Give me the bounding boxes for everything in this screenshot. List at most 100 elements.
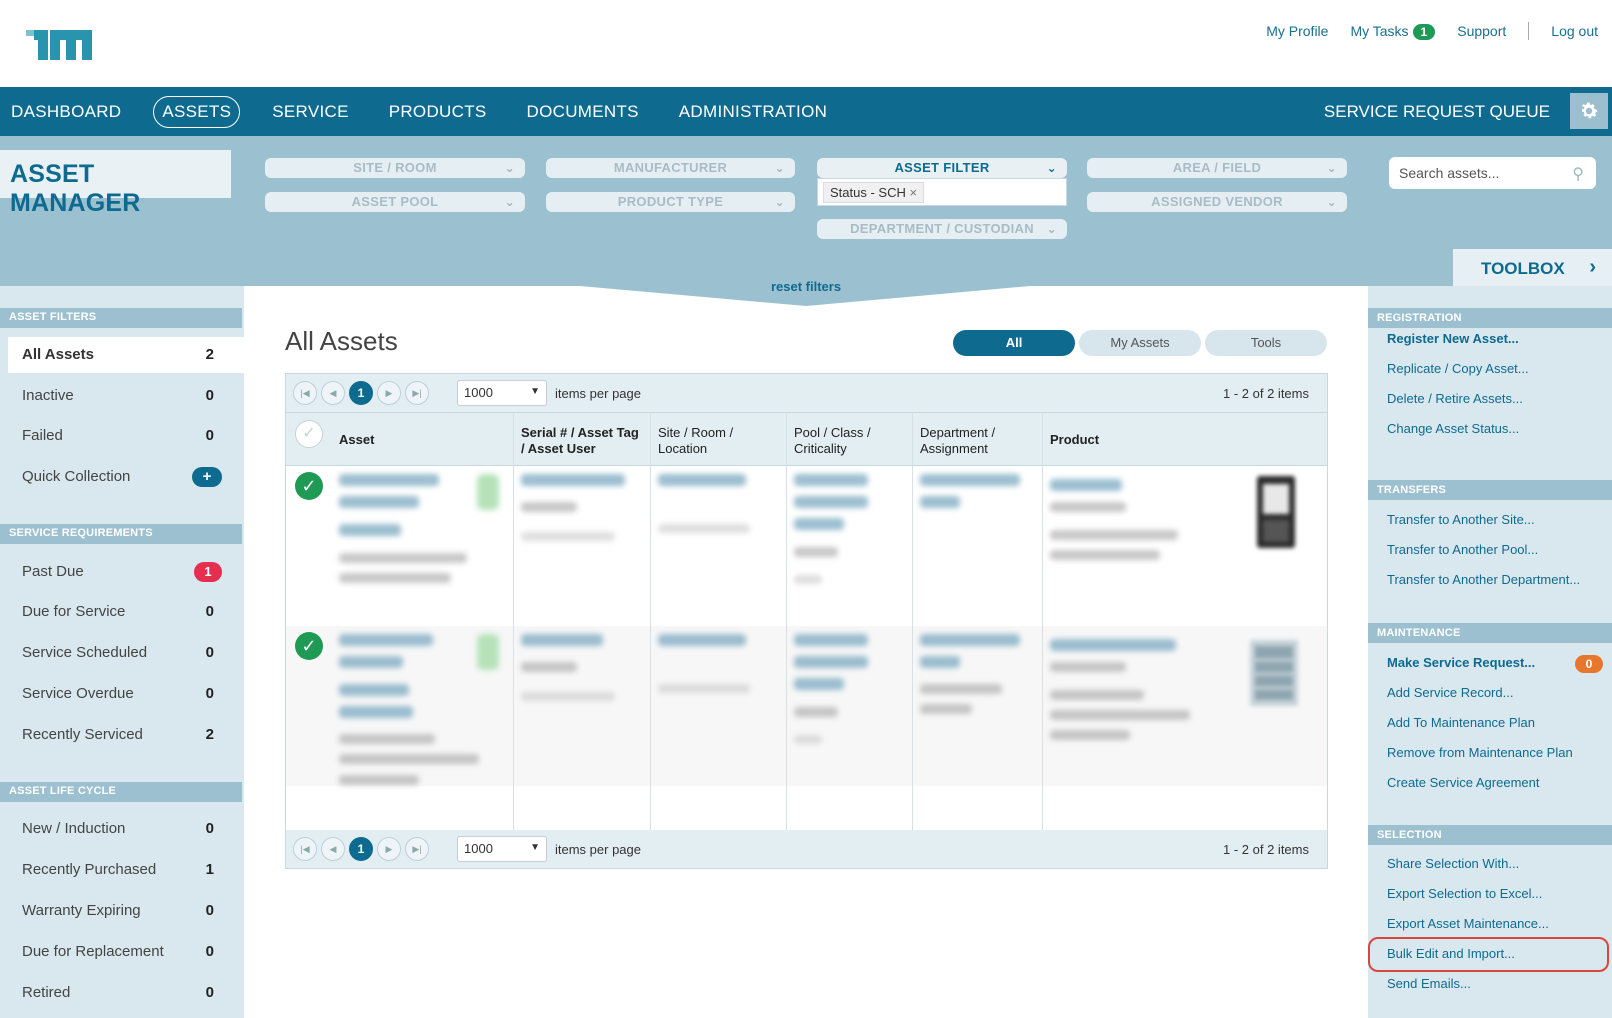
- product-thumbnail[interactable]: [1251, 474, 1301, 550]
- sidebar-item-inactive[interactable]: Inactive 0: [8, 378, 244, 414]
- asset-name[interactable]: [339, 474, 439, 486]
- row-selected-check-icon[interactable]: ✓: [295, 632, 323, 660]
- sidebar-item-due-for-service[interactable]: Due for Service 0: [8, 594, 244, 630]
- transfer-pool-link[interactable]: Transfer to Another Pool...: [1387, 542, 1538, 557]
- share-selection-link[interactable]: Share Selection With...: [1387, 856, 1519, 871]
- product-name[interactable]: [1050, 639, 1176, 651]
- sidebar-item-retired[interactable]: Retired 0: [8, 975, 244, 1011]
- area-field-filter[interactable]: AREA / FIELD ⌄: [1087, 158, 1347, 178]
- site-room-filter[interactable]: SITE / ROOM ⌄: [265, 158, 525, 178]
- last-page-icon[interactable]: ▶|: [405, 381, 429, 405]
- sidebar-item-new-induction[interactable]: New / Induction 0: [8, 811, 244, 847]
- company-logo[interactable]: [26, 26, 92, 60]
- col-department[interactable]: Department / Assignment: [920, 425, 995, 457]
- search-input[interactable]: Search assets... ⚲: [1389, 157, 1596, 189]
- class: [794, 707, 838, 717]
- manufacturer-filter[interactable]: MANUFACTURER ⌄: [546, 158, 795, 178]
- export-selection-excel-link[interactable]: Export Selection to Excel...: [1387, 886, 1542, 901]
- asset-name[interactable]: [339, 634, 433, 646]
- table-row[interactable]: ✓: [286, 466, 1327, 626]
- select-all-checkbox[interactable]: ✓: [295, 420, 323, 448]
- product-name[interactable]: [1050, 479, 1122, 491]
- assigned-vendor-filter[interactable]: ASSIGNED VENDOR ⌄: [1087, 192, 1347, 212]
- support-link[interactable]: Support: [1457, 23, 1506, 39]
- filter-panel: ASSET MANAGER: [0, 136, 1612, 286]
- sidebar-item-warranty-expiring[interactable]: Warranty Expiring 0: [8, 893, 244, 929]
- delete-retire-assets-link[interactable]: Delete / Retire Assets...: [1387, 391, 1523, 406]
- remove-from-maintenance-plan-link[interactable]: Remove from Maintenance Plan: [1387, 745, 1573, 760]
- product-thumbnail[interactable]: [1246, 638, 1302, 708]
- department-custodian-filter[interactable]: DEPARTMENT / CUSTODIAN ⌄: [817, 219, 1067, 239]
- nav-dashboard[interactable]: DASHBOARD: [0, 102, 141, 122]
- sidebar-item-recently-purchased[interactable]: Recently Purchased 1: [8, 852, 244, 888]
- col-site[interactable]: Site / Room / Location: [658, 425, 733, 457]
- col-product[interactable]: Product: [1050, 432, 1099, 448]
- sidebar-item-label: Retired: [22, 984, 71, 1001]
- sidebar-item-service-scheduled[interactable]: Service Scheduled 0: [8, 635, 244, 671]
- sidebar-item-recently-serviced[interactable]: Recently Serviced 2: [8, 717, 244, 753]
- page-size-select[interactable]: 1000 ▼: [457, 836, 547, 862]
- make-service-request-link[interactable]: Make Service Request...: [1387, 655, 1535, 670]
- nav-products[interactable]: PRODUCTS: [369, 102, 507, 122]
- transfer-site-link[interactable]: Transfer to Another Site...: [1387, 512, 1535, 527]
- asset-pool-filter[interactable]: ASSET POOL ⌄: [265, 192, 525, 212]
- sidebar-item-label: Due for Replacement: [22, 943, 164, 960]
- add-to-collection-button[interactable]: +: [192, 467, 222, 487]
- maintenance-heading: MAINTENANCE: [1368, 623, 1612, 643]
- page-size-select[interactable]: 1000 ▼: [457, 380, 547, 406]
- col-pool[interactable]: Pool / Class / Criticality: [794, 425, 871, 457]
- divider: [1528, 22, 1530, 40]
- sidebar-item-quick-collection[interactable]: Quick Collection +: [8, 459, 244, 495]
- nav-administration[interactable]: ADMINISTRATION: [659, 102, 847, 122]
- add-service-record-link[interactable]: Add Service Record...: [1387, 685, 1513, 700]
- tab-my-assets[interactable]: My Assets: [1079, 330, 1201, 356]
- search-icon[interactable]: ⚲: [1572, 164, 1584, 184]
- sidebar-item-due-for-replacement[interactable]: Due for Replacement 0: [8, 934, 244, 970]
- prev-page-icon[interactable]: ◀: [321, 381, 345, 405]
- next-page-icon[interactable]: ▶: [377, 837, 401, 861]
- close-icon[interactable]: ×: [909, 185, 917, 200]
- product-type-filter[interactable]: PRODUCT TYPE ⌄: [546, 192, 795, 212]
- count: 0: [205, 644, 214, 661]
- col-dept-line1: Department /: [920, 425, 996, 440]
- next-page-icon[interactable]: ▶: [377, 381, 401, 405]
- department-line2: [920, 656, 960, 668]
- export-asset-maintenance-link[interactable]: Export Asset Maintenance...: [1387, 916, 1549, 931]
- nav-service[interactable]: SERVICE: [252, 102, 368, 122]
- page-button[interactable]: 1: [349, 381, 373, 405]
- row-selected-check-icon[interactable]: ✓: [295, 472, 323, 500]
- asset-model-line2: [339, 754, 479, 764]
- page-button[interactable]: 1: [349, 837, 373, 861]
- sidebar-item-past-due[interactable]: Past Due 1: [8, 554, 244, 590]
- reset-filters-label: reset filters: [770, 279, 842, 294]
- my-profile-link[interactable]: My Profile: [1266, 23, 1328, 39]
- col-serial[interactable]: Serial # / Asset Tag / Asset User: [521, 425, 639, 457]
- asset-filter-values[interactable]: Status - SCH ×: [817, 178, 1067, 206]
- register-new-asset-link[interactable]: Register New Asset...: [1387, 331, 1519, 346]
- asset-filter[interactable]: ASSET FILTER ⌄: [817, 158, 1067, 178]
- prev-page-icon[interactable]: ◀: [321, 837, 345, 861]
- col-asset[interactable]: Asset: [339, 432, 374, 448]
- transfer-department-link[interactable]: Transfer to Another Department...: [1387, 572, 1580, 587]
- sidebar-item-service-overdue[interactable]: Service Overdue 0: [8, 676, 244, 712]
- table-row[interactable]: ✓: [286, 626, 1327, 786]
- replicate-asset-link[interactable]: Replicate / Copy Asset...: [1387, 361, 1529, 376]
- sidebar-item-failed[interactable]: Failed 0: [8, 418, 244, 454]
- add-to-maintenance-plan-link[interactable]: Add To Maintenance Plan: [1387, 715, 1535, 730]
- log-out-link[interactable]: Log out: [1551, 23, 1598, 39]
- my-tasks-link[interactable]: My Tasks 1: [1350, 23, 1436, 40]
- tab-tools[interactable]: Tools: [1205, 330, 1327, 356]
- first-page-icon[interactable]: |◀: [293, 381, 317, 405]
- last-page-icon[interactable]: ▶|: [405, 837, 429, 861]
- nav-documents[interactable]: DOCUMENTS: [507, 102, 659, 122]
- send-emails-link[interactable]: Send Emails...: [1387, 976, 1471, 991]
- sidebar-item-all-assets[interactable]: All Assets 2: [8, 337, 244, 373]
- change-asset-status-link[interactable]: Change Asset Status...: [1387, 421, 1519, 436]
- service-request-queue-link[interactable]: SERVICE REQUEST QUEUE: [1324, 102, 1550, 122]
- tab-all[interactable]: All: [953, 330, 1075, 356]
- create-service-agreement-link[interactable]: Create Service Agreement: [1387, 775, 1539, 790]
- first-page-icon[interactable]: |◀: [293, 837, 317, 861]
- status-chip[interactable]: Status - SCH ×: [823, 182, 925, 203]
- nav-assets[interactable]: ASSETS: [153, 95, 241, 128]
- settings-button[interactable]: [1570, 93, 1608, 129]
